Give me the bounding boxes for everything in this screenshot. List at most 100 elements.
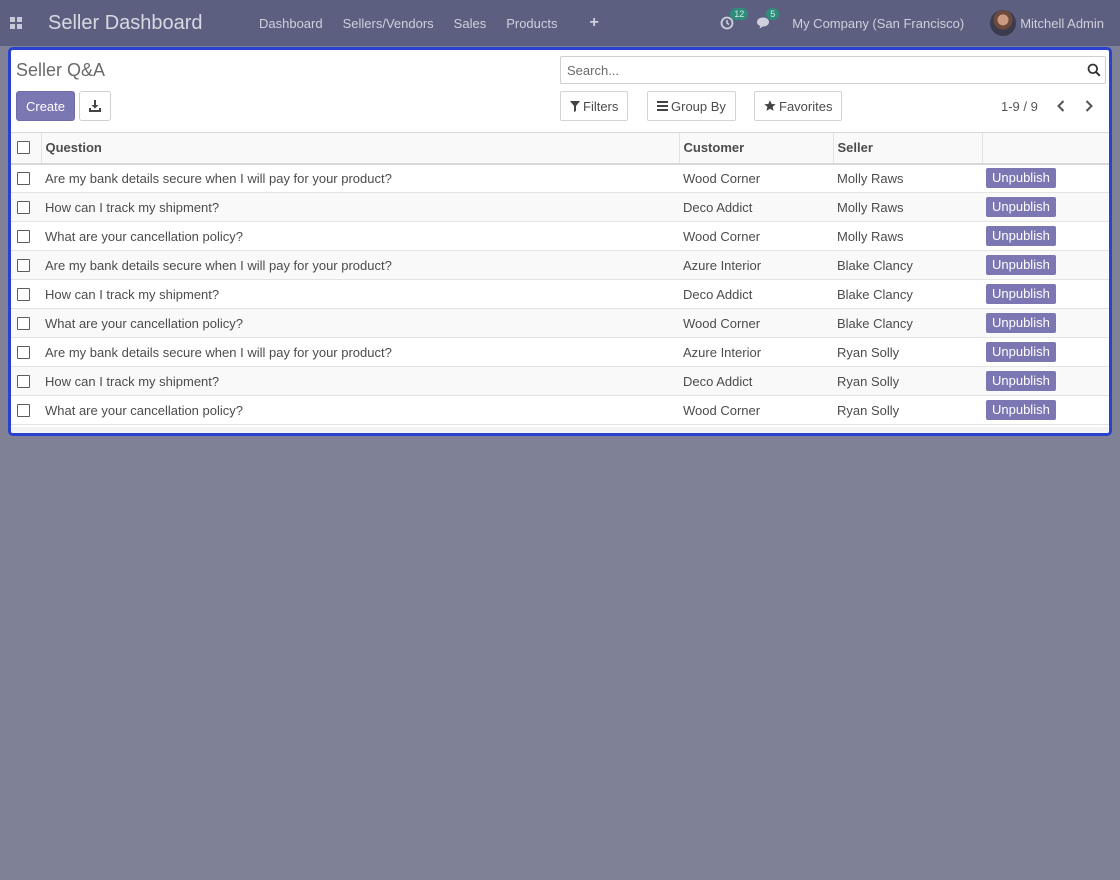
seller-cell[interactable]: Blake Clancy	[833, 308, 982, 338]
messages-menu[interactable]: 5	[756, 8, 780, 30]
group-by-button[interactable]: Group By	[647, 91, 736, 121]
question-cell[interactable]: Are my bank details secure when I will p…	[41, 337, 679, 367]
company-switcher[interactable]: My Company (San Francisco)	[792, 16, 964, 31]
column-header-seller[interactable]: Seller	[832, 132, 982, 165]
question-cell[interactable]: Are my bank details secure when I will p…	[41, 163, 679, 193]
row-checkbox[interactable]	[17, 171, 30, 185]
table-row[interactable]: How can I track my shipment? Deco Addict M…	[11, 192, 1109, 222]
seller-qa-list-view: Seller Q&A Create Filters	[8, 47, 1112, 436]
table-row[interactable]: How can I track my shipment? Deco Addict B…	[11, 279, 1109, 309]
question-cell[interactable]: Are my bank details secure when I will p…	[41, 250, 679, 280]
seller-cell[interactable]: Molly Raws	[833, 192, 982, 222]
pager-previous-button[interactable]	[1053, 98, 1069, 114]
customer-cell[interactable]: Wood Corner	[679, 308, 833, 338]
unpublish-button[interactable]: Unpublish	[986, 284, 1056, 304]
customer-cell[interactable]: Wood Corner	[679, 221, 833, 251]
table-row[interactable]: How can I track my shipment? Deco Addict R…	[11, 366, 1109, 396]
row-select-cell	[11, 337, 41, 367]
action-cell: Unpublish	[982, 308, 1109, 338]
table-row[interactable]: What are your cancellation policy? Wood C…	[11, 221, 1109, 251]
pager-next-button[interactable]	[1081, 98, 1097, 114]
table-row[interactable]: Are my bank details secure when I will p…	[11, 250, 1109, 280]
menu-item-products[interactable]: Products	[506, 16, 557, 31]
row-checkbox[interactable]	[17, 374, 30, 388]
unpublish-button[interactable]: Unpublish	[986, 168, 1056, 189]
seller-cell[interactable]: Molly Raws	[833, 221, 982, 251]
favorites-button[interactable]: Favorites	[754, 91, 843, 121]
question-cell[interactable]: What are your cancellation policy?	[41, 308, 679, 338]
activity-count-badge: 12	[730, 8, 749, 20]
customer-cell[interactable]: Azure Interior	[679, 337, 833, 367]
systray: 12 5 My Company (San Francisco) Mitchell…	[720, 0, 1120, 46]
seller-cell[interactable]: Ryan Solly	[833, 337, 982, 367]
row-checkbox[interactable]	[17, 345, 30, 359]
column-header-question[interactable]: Question	[40, 132, 679, 165]
top-navbar: Seller Dashboard Dashboard Sellers/Vendo…	[0, 0, 1120, 46]
app-brand-title[interactable]: Seller Dashboard	[48, 12, 259, 35]
column-header-customer[interactable]: Customer	[678, 132, 833, 165]
table-row[interactable]: Are my bank details secure when I will p…	[11, 337, 1109, 367]
question-cell[interactable]: What are your cancellation policy?	[41, 221, 679, 251]
question-cell[interactable]: How can I track my shipment?	[41, 366, 679, 396]
select-all-checkbox[interactable]	[17, 141, 30, 155]
filters-button[interactable]: Filters	[560, 91, 629, 121]
seller-cell[interactable]: Molly Raws	[833, 163, 982, 193]
seller-cell[interactable]: Blake Clancy	[833, 250, 982, 280]
row-select-cell	[11, 163, 41, 193]
unpublish-button[interactable]: Unpublish	[986, 197, 1056, 217]
column-header-actions	[981, 132, 1109, 165]
seller-cell[interactable]: Blake Clancy	[833, 279, 982, 309]
search-icon[interactable]	[1087, 63, 1101, 77]
search-bar	[560, 56, 1106, 84]
row-checkbox[interactable]	[17, 403, 30, 417]
group-by-label: Group By	[671, 98, 726, 114]
create-button[interactable]: Create	[16, 91, 75, 121]
row-checkbox[interactable]	[17, 258, 30, 272]
menu-item-sales[interactable]: Sales	[454, 16, 487, 31]
action-cell: Unpublish	[982, 250, 1109, 280]
menu-item-sellers-vendors[interactable]: Sellers/Vendors	[343, 16, 434, 31]
unpublish-button[interactable]: Unpublish	[986, 371, 1056, 391]
table-row[interactable]: Are my bank details secure when I will p…	[11, 163, 1109, 193]
row-checkbox[interactable]	[17, 229, 30, 243]
user-name: Mitchell Admin	[1020, 15, 1104, 31]
question-cell[interactable]: How can I track my shipment?	[41, 192, 679, 222]
customer-cell[interactable]: Deco Addict	[679, 192, 833, 222]
unpublish-button[interactable]: Unpublish	[986, 400, 1056, 420]
row-checkbox[interactable]	[17, 200, 30, 214]
action-cell: Unpublish	[982, 366, 1109, 396]
messages-count-badge: 5	[766, 8, 780, 20]
control-panel: Seller Q&A Create Filters	[11, 50, 1109, 132]
customer-cell[interactable]: Deco Addict	[679, 279, 833, 309]
user-menu[interactable]: Mitchell Admin	[990, 10, 1104, 36]
customer-cell[interactable]: Deco Addict	[679, 366, 833, 396]
search-input[interactable]	[561, 57, 1061, 83]
avatar	[990, 10, 1017, 36]
export-button[interactable]	[79, 91, 111, 121]
customer-cell[interactable]: Azure Interior	[679, 250, 833, 280]
table-row[interactable]: What are your cancellation policy? Wood C…	[11, 308, 1109, 338]
pager-value[interactable]: 1-9 / 9	[1001, 99, 1038, 114]
question-cell[interactable]: What are your cancellation policy?	[41, 395, 679, 425]
row-select-cell	[11, 250, 41, 280]
row-checkbox[interactable]	[17, 287, 30, 301]
unpublish-button[interactable]: Unpublish	[986, 342, 1056, 362]
unpublish-button[interactable]: Unpublish	[986, 226, 1056, 246]
unpublish-button[interactable]: Unpublish	[986, 313, 1056, 333]
row-select-cell	[11, 308, 41, 338]
customer-cell[interactable]: Wood Corner	[679, 163, 833, 193]
question-cell[interactable]: How can I track my shipment?	[41, 279, 679, 309]
table-row[interactable]: What are your cancellation policy? Wood C…	[11, 395, 1109, 425]
add-menu-plus-icon[interactable]: +	[590, 14, 599, 32]
activity-menu[interactable]: 12	[720, 8, 749, 30]
filters-label: Filters	[583, 98, 619, 114]
chevron-left-icon	[1057, 100, 1065, 112]
menu-item-dashboard[interactable]: Dashboard	[259, 16, 323, 31]
seller-cell[interactable]: Ryan Solly	[833, 366, 982, 396]
apps-icon[interactable]	[0, 0, 32, 46]
qa-table: Question Customer Seller Are my bank det…	[11, 132, 1109, 425]
row-checkbox[interactable]	[17, 316, 30, 330]
unpublish-button[interactable]: Unpublish	[986, 255, 1056, 275]
customer-cell[interactable]: Wood Corner	[679, 395, 833, 425]
seller-cell[interactable]: Ryan Solly	[833, 395, 982, 425]
